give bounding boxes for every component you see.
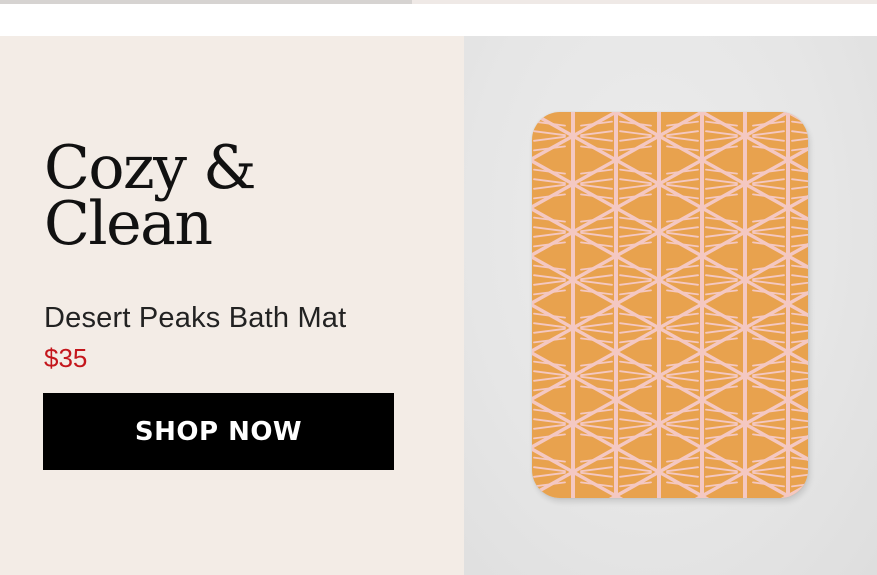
bath-mat-pattern xyxy=(532,112,808,498)
headline-line-2: Clean xyxy=(44,189,213,259)
top-divider xyxy=(0,0,877,4)
promo-text-panel: Cozy & Clean Desert Peaks Bath Mat $35 S… xyxy=(0,36,464,575)
product-name: Desert Peaks Bath Mat xyxy=(44,302,347,334)
promo-headline: Cozy & Clean xyxy=(44,133,374,259)
headline-line-1: Cozy & xyxy=(44,133,257,203)
product-price: $35 xyxy=(44,343,88,373)
top-divider-segment xyxy=(0,0,412,4)
promo-banner[interactable]: Cozy & Clean Desert Peaks Bath Mat $35 S… xyxy=(0,36,877,575)
shop-now-button[interactable]: SHOP NOW xyxy=(43,393,394,470)
product-image-panel[interactable] xyxy=(464,36,877,575)
bath-mat-image[interactable] xyxy=(532,112,808,498)
